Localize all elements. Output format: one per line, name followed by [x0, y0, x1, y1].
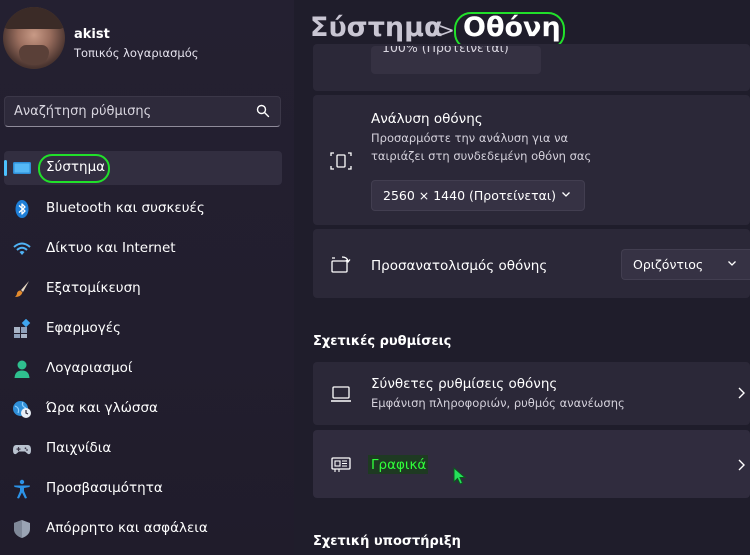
sidebar-item-gaming[interactable]: Παιχνίδια — [4, 432, 282, 466]
sidebar-item-label: Παιχνίδια — [46, 440, 112, 456]
orientation-icon — [331, 256, 351, 273]
orientation-card: Προσανατολισμός οθόνης Οριζόντιος — [313, 229, 750, 298]
sidebar-item-label: Προσβασιμότητα — [46, 480, 163, 496]
resolution-description: Προσαρμόστε την ανάλυση για να ταιριάζει… — [371, 131, 592, 163]
clock-globe-icon — [13, 401, 31, 418]
sidebar-item-system[interactable]: Σύστημα — [4, 151, 282, 185]
brush-icon — [15, 281, 29, 297]
scale-dropdown[interactable]: 100% (Προτείνεται) — [371, 46, 541, 74]
graphics-card-icon — [331, 457, 351, 472]
breadcrumb-separator: > — [438, 18, 455, 42]
related-settings-heading: Σχετικές ρυθμίσεις — [313, 334, 452, 349]
chevron-down-icon — [728, 261, 736, 266]
sidebar-item-label: Bluetooth και συσκευές — [46, 200, 205, 216]
wifi-icon — [13, 242, 31, 255]
active-indicator — [4, 160, 7, 176]
sidebar-item-accessibility[interactable]: Προσβασιμότητα — [4, 472, 282, 506]
laptop-icon — [331, 386, 351, 402]
resolution-dropdown[interactable]: 2560 × 1440 (Προτείνεται) — [371, 180, 585, 211]
person-icon — [14, 360, 30, 378]
sidebar-item-privacy-security[interactable]: Απόρρητο και ασφάλεια — [4, 512, 282, 546]
graphics-card[interactable]: Γραφικά — [313, 430, 750, 498]
sidebar: akist Τοπικός λογαριασμός Αναζήτηση ρύθμ… — [0, 0, 294, 555]
chevron-down-icon — [562, 192, 570, 197]
chevron-right-icon — [738, 387, 745, 399]
gamepad-icon — [13, 445, 31, 455]
sidebar-item-label: Εφαρμογές — [46, 320, 121, 336]
sidebar-item-label: Απόρρητο και ασφάλεια — [46, 520, 208, 536]
search-input[interactable]: Αναζήτηση ρύθμισης — [4, 96, 281, 127]
orientation-title: Προσανατολισμός οθόνης — [371, 258, 548, 274]
sidebar-item-label: Εξατομίκευση — [46, 280, 141, 296]
accessibility-icon — [14, 479, 30, 499]
shield-icon — [14, 520, 30, 538]
account-type: Τοπικός λογαριασμός — [74, 46, 199, 60]
sidebar-item-label: Δίκτυο και Internet — [46, 240, 176, 256]
mouse-cursor-icon — [453, 467, 467, 485]
graphics-title: Γραφικά — [371, 457, 427, 473]
resolution-title: Ανάλυση οθόνης — [371, 111, 483, 127]
highlight-annotation — [38, 154, 110, 183]
avatar-hair — [3, 7, 65, 29]
avatar[interactable] — [3, 7, 65, 69]
chevron-right-icon — [738, 459, 745, 471]
advanced-display-card[interactable]: Σύνθετες ρυθμίσεις οθόνης Εμφάνιση πληρο… — [313, 362, 750, 425]
search-icon[interactable] — [256, 104, 270, 118]
apps-icon — [14, 319, 31, 338]
sidebar-item-personalization[interactable]: Εξατομίκευση — [4, 272, 282, 306]
resolution-icon — [330, 152, 352, 170]
sidebar-item-network[interactable]: Δίκτυο και Internet — [4, 232, 282, 266]
user-name: akist — [74, 27, 110, 42]
sidebar-item-label: Λογαριασμοί — [46, 360, 133, 376]
advanced-display-title: Σύνθετες ρυθμίσεις οθόνης — [371, 376, 558, 392]
orientation-value: Οριζόντιος — [633, 257, 704, 272]
sidebar-item-bluetooth[interactable]: Bluetooth και συσκευές — [4, 192, 282, 226]
related-support-heading: Σχετική υποστήριξη — [313, 534, 461, 549]
advanced-display-description: Εμφάνιση πληροφοριών, ρυθμός ανανέωσης — [371, 396, 625, 410]
bluetooth-icon — [15, 200, 29, 218]
search-placeholder: Αναζήτηση ρύθμισης — [14, 104, 152, 119]
sidebar-item-label: Ώρα και γλώσσα — [46, 400, 158, 416]
sidebar-item-accounts[interactable]: Λογαριασμοί — [4, 352, 282, 386]
sidebar-item-apps[interactable]: Εφαρμογές — [4, 312, 282, 346]
resolution-value: 2560 × 1440 (Προτείνεται) — [383, 188, 556, 203]
sidebar-item-time-language[interactable]: Ώρα και γλώσσα — [4, 392, 282, 426]
breadcrumb-parent[interactable]: Σύστημα — [310, 12, 443, 43]
avatar-beard — [19, 45, 49, 65]
monitor-icon — [13, 162, 31, 174]
orientation-dropdown[interactable]: Οριζόντιος — [621, 249, 750, 280]
resolution-card: Ανάλυση οθόνης Προσαρμόστε την ανάλυση γ… — [313, 95, 750, 225]
scale-value: 100% (Προτείνεται) — [382, 46, 509, 55]
